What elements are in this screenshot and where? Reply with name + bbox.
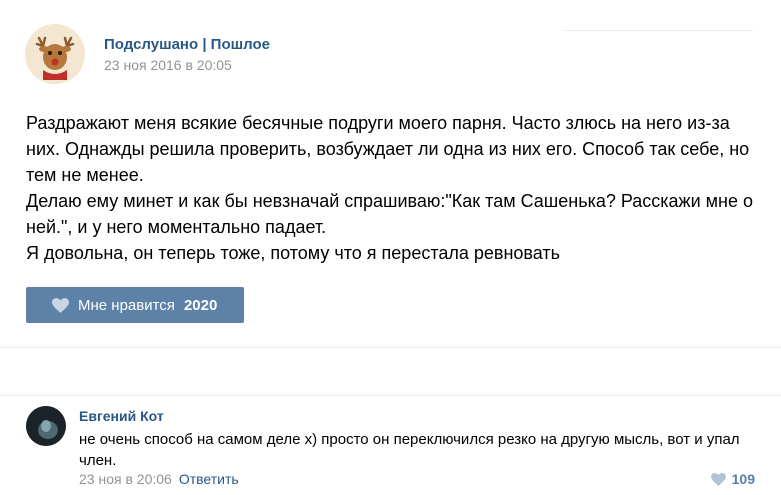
post-paragraph: Я довольна, он теперь тоже, потому что я…	[26, 243, 561, 263]
like-label: Мне нравится	[78, 296, 175, 314]
post-date[interactable]: 23 ноя 2016 в 20:05	[104, 57, 232, 73]
post-author-link[interactable]: Подслушано | Пошлое	[104, 36, 270, 53]
comment-like-count: 109	[731, 471, 755, 487]
divider	[0, 395, 781, 396]
commenter-avatar[interactable]	[26, 406, 66, 446]
comment-like-button[interactable]: 109	[710, 471, 755, 487]
heart-icon	[52, 297, 69, 313]
deer-avatar-icon[interactable]	[25, 24, 85, 84]
like-count: 2020	[183, 296, 218, 314]
reply-button[interactable]: Ответить	[179, 471, 239, 487]
comment-author-link[interactable]: Евгений Кот	[79, 408, 164, 424]
separator-gap	[0, 348, 781, 396]
post-paragraph: Раздражают меня всякие бесячные подруги …	[26, 113, 750, 185]
comment-meta: 23 ноя в 20:06 Ответить	[79, 471, 239, 487]
post-text: Раздражают меня всякие бесячные подруги …	[26, 110, 756, 266]
heart-icon	[710, 472, 726, 486]
post-card: Подслушано | Пошлое 23 ноя 2016 в 20:05 …	[0, 0, 781, 348]
like-button[interactable]: Мне нравится 2020	[26, 287, 244, 323]
comment-text: не очень способ на самом деле x) просто …	[79, 431, 740, 469]
comment-date[interactable]: 23 ноя в 20:06	[79, 471, 172, 487]
header-divider	[565, 30, 753, 31]
post-paragraph: Делаю ему минет и как бы невзначай спраш…	[26, 191, 753, 237]
